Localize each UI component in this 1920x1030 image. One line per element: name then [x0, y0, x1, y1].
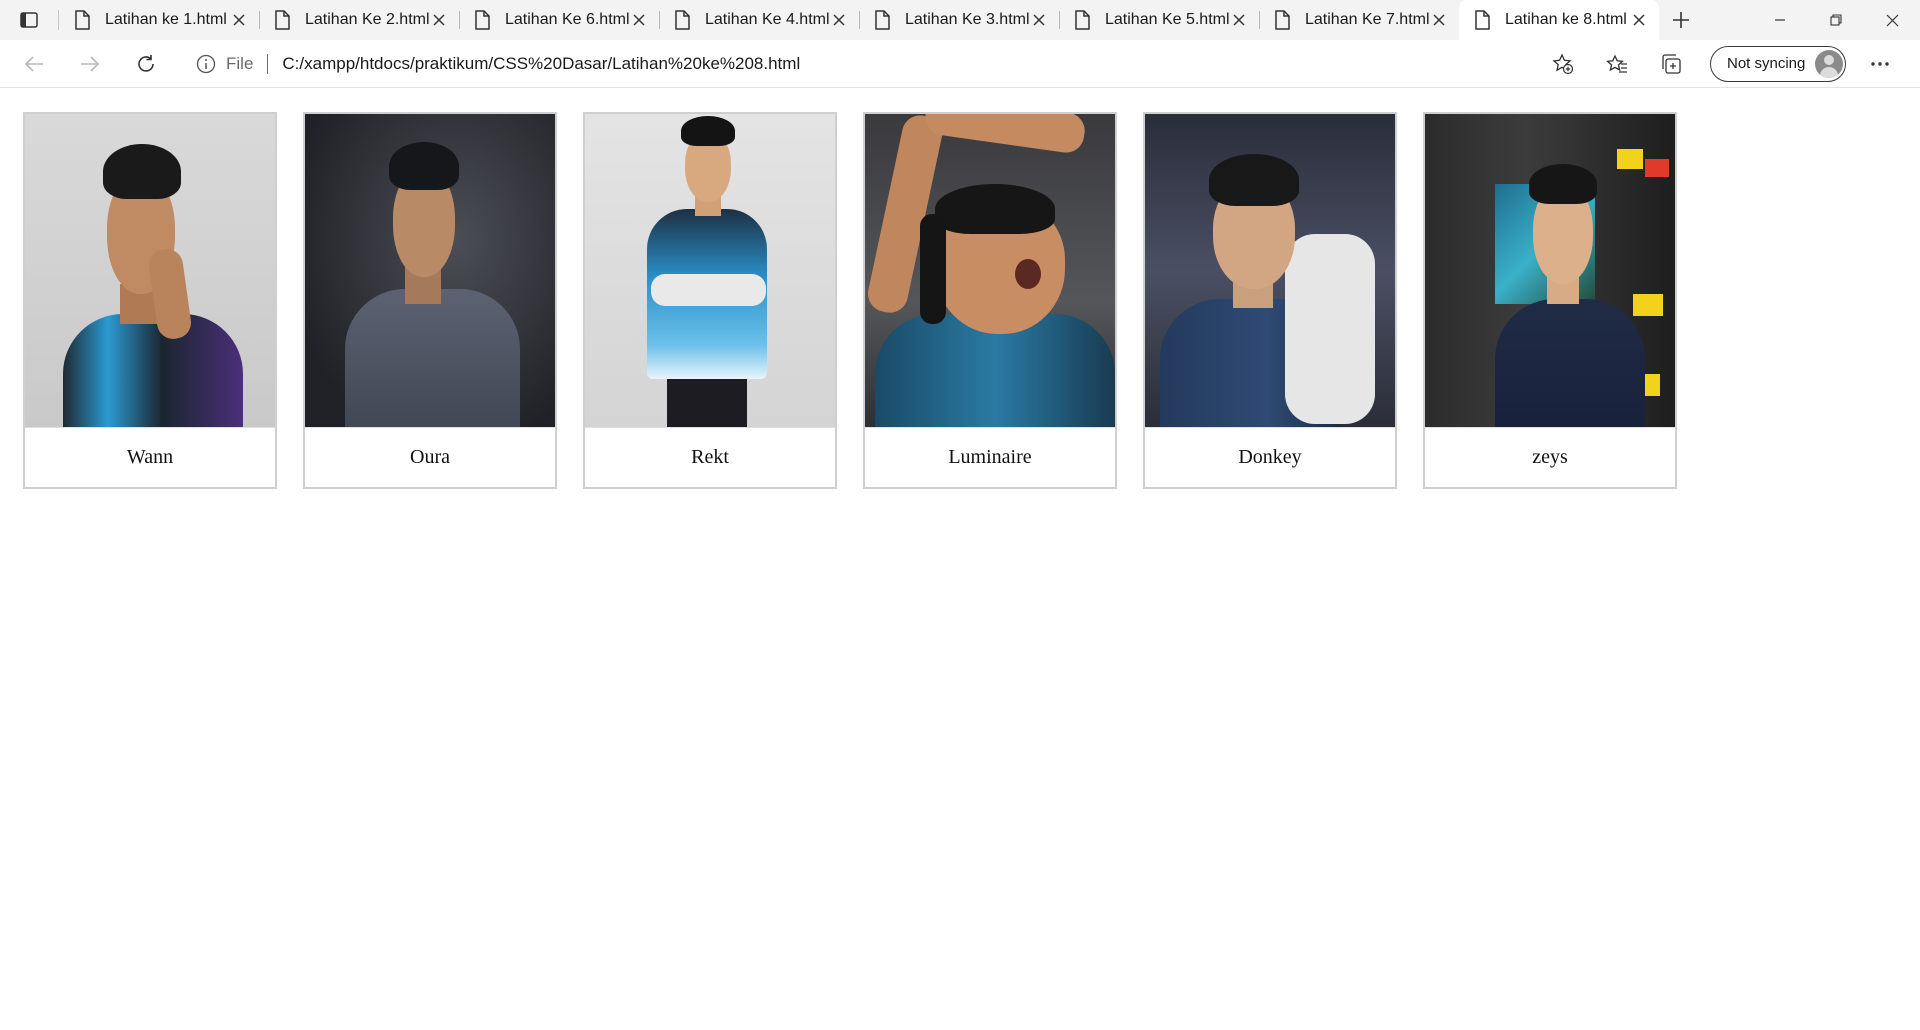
tab-latihan-8[interactable]: Latihan ke 8.html	[1459, 0, 1659, 40]
scheme-label: File	[226, 53, 254, 73]
player-photo	[585, 114, 835, 427]
plus-icon	[1673, 12, 1689, 28]
player-card: Rekt	[583, 112, 837, 489]
file-icon	[1075, 10, 1090, 30]
url-text[interactable]: C:/xampp/htdocs/praktikum/CSS%20Dasar/La…	[282, 54, 1548, 74]
close-window-button[interactable]	[1864, 0, 1920, 40]
tab-latihan-1[interactable]: Latihan ke 1.html	[59, 0, 259, 40]
file-icon	[475, 10, 490, 30]
tab-title: Latihan Ke 3.html	[905, 11, 1029, 28]
profile-button[interactable]: Not syncing	[1710, 45, 1847, 82]
restore-button[interactable]	[1808, 0, 1864, 40]
player-photo	[305, 114, 555, 427]
tab-latihan-3[interactable]: Latihan Ke 3.html	[859, 0, 1059, 40]
player-card: Wann	[23, 112, 277, 489]
close-icon[interactable]	[1229, 10, 1249, 30]
player-name: Rekt	[585, 427, 835, 487]
file-icon	[1275, 10, 1290, 30]
settings-more-button[interactable]	[1852, 44, 1908, 84]
sync-status-label: Not syncing	[1727, 55, 1806, 72]
close-icon	[1886, 14, 1898, 26]
arrow-right-icon	[81, 55, 100, 72]
star-add-icon	[1552, 52, 1574, 74]
browser-toolbar: File C:/xampp/htdocs/praktikum/CSS%20Das…	[0, 40, 1920, 88]
close-icon[interactable]	[429, 10, 449, 30]
tab-actions-icon	[20, 12, 38, 28]
player-photo	[25, 114, 275, 427]
back-button[interactable]	[6, 44, 62, 84]
tab-latihan-7[interactable]: Latihan Ke 7.html	[1259, 0, 1459, 40]
restore-icon	[1830, 14, 1842, 26]
player-card: Donkey	[1143, 112, 1397, 489]
close-icon[interactable]	[229, 10, 249, 30]
refresh-icon	[138, 54, 154, 72]
file-icon	[75, 10, 90, 30]
tab-title: Latihan ke 8.html	[1505, 11, 1627, 28]
player-card: Oura	[303, 112, 557, 489]
player-card: Luminaire	[863, 112, 1117, 489]
window-controls	[1752, 0, 1920, 40]
minimize-button[interactable]	[1752, 0, 1808, 40]
address-bar[interactable]: File C:/xampp/htdocs/praktikum/CSS%20Das…	[180, 44, 1590, 83]
avatar	[1815, 49, 1844, 78]
tab-title: Latihan Ke 4.html	[705, 11, 829, 28]
tab-title: Latihan Ke 7.html	[1305, 11, 1429, 28]
tab-title: Latihan Ke 5.html	[1105, 11, 1229, 28]
close-icon[interactable]	[1629, 10, 1649, 30]
minimize-icon	[1775, 19, 1785, 21]
player-name: Donkey	[1145, 427, 1395, 487]
tab-latihan-6[interactable]: Latihan Ke 6.html	[459, 0, 659, 40]
tab-latihan-2[interactable]: Latihan Ke 2.html	[259, 0, 459, 40]
tab-actions-button[interactable]	[0, 0, 58, 40]
address-divider	[267, 53, 269, 74]
favorites-icon	[1606, 53, 1627, 73]
player-name: zeys	[1425, 427, 1675, 487]
page-content: Wann Oura Rekt Luminaire Donkey zeys	[0, 89, 1920, 1030]
player-photo	[1145, 114, 1395, 427]
close-icon[interactable]	[829, 10, 849, 30]
tab-latihan-4[interactable]: Latihan Ke 4.html	[659, 0, 859, 40]
new-tab-button[interactable]	[1659, 0, 1703, 40]
player-photo	[1425, 114, 1675, 427]
favorites-button[interactable]	[1590, 44, 1644, 84]
refresh-button[interactable]	[118, 44, 174, 84]
file-icon	[675, 10, 690, 30]
tab-title: Latihan Ke 2.html	[305, 11, 429, 28]
collections-button[interactable]	[1644, 44, 1698, 84]
player-card: zeys	[1423, 112, 1677, 489]
add-favorite-button[interactable]	[1548, 49, 1578, 79]
player-photo	[865, 114, 1115, 427]
close-icon[interactable]	[629, 10, 649, 30]
close-icon[interactable]	[1029, 10, 1049, 30]
player-name: Luminaire	[865, 427, 1115, 487]
close-icon[interactable]	[1429, 10, 1449, 30]
player-name: Wann	[25, 427, 275, 487]
arrow-left-icon	[24, 55, 43, 72]
file-icon	[875, 10, 890, 30]
player-gallery: Wann Oura Rekt Luminaire Donkey zeys	[23, 112, 1677, 489]
player-name: Oura	[305, 427, 555, 487]
info-icon[interactable]	[196, 54, 216, 74]
collections-icon	[1662, 53, 1681, 74]
file-icon	[275, 10, 290, 30]
tab-latihan-5[interactable]: Latihan Ke 5.html	[1059, 0, 1259, 40]
file-icon	[1475, 10, 1490, 30]
forward-button[interactable]	[62, 44, 118, 84]
tab-title: Latihan Ke 6.html	[505, 11, 629, 28]
tab-strip: Latihan ke 1.html Latihan Ke 2.html Lati…	[0, 0, 1920, 40]
tab-title: Latihan ke 1.html	[105, 11, 227, 28]
more-horizontal-icon	[1871, 61, 1890, 66]
